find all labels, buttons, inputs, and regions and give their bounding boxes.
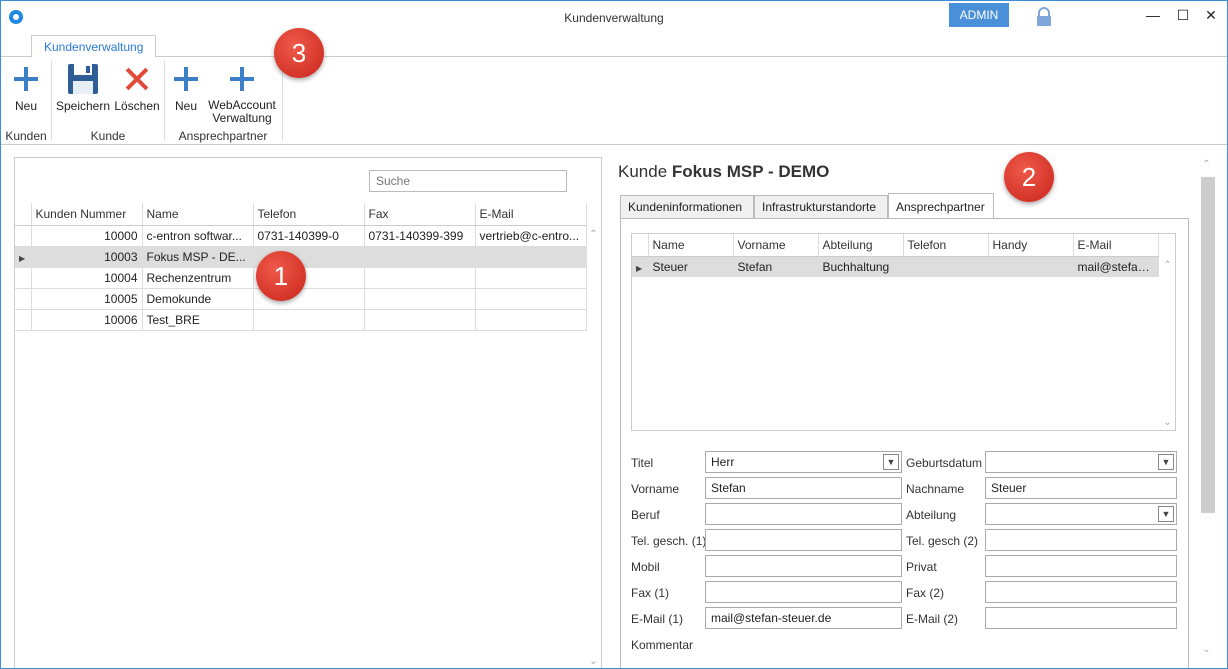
admin-button[interactable]: ADMIN [949, 3, 1009, 27]
table-row[interactable]: ▶ Steuer Stefan Buchhaltung mail@stefan.… [632, 256, 1159, 277]
mail1-field[interactable]: mail@stefan-steuer.de [705, 607, 902, 629]
beruf-field[interactable] [705, 503, 902, 525]
label-geburtsdatum: Geburtsdatum [906, 456, 983, 470]
label-tel1: Tel. gesch. (1) [631, 534, 707, 548]
chevron-down-icon: ▼ [1158, 506, 1174, 522]
col-handy[interactable]: Handy [988, 234, 1074, 257]
vorname-field[interactable]: Stefan [705, 477, 902, 499]
plus-icon [170, 63, 202, 99]
label-titel: Titel [631, 456, 654, 470]
tel2-field[interactable] [985, 529, 1177, 551]
minimize-button[interactable]: — [1143, 5, 1163, 25]
maximize-button[interactable]: ☐ [1173, 5, 1193, 25]
group-ansprechpartner: Ansprechpartner [178, 129, 268, 143]
label-abteilung: Abteilung [906, 508, 957, 522]
fax2-field[interactable] [985, 581, 1177, 603]
loeschen-label: Löschen [114, 99, 160, 113]
speichern-button[interactable]: Speichern [55, 63, 111, 113]
loeschen-button[interactable]: Löschen [113, 63, 161, 113]
row-indicator-icon: ▶ [19, 253, 26, 263]
titel-select[interactable]: Herr ▼ [705, 451, 902, 473]
contacts-table: Name Vorname Abteilung Telefon Handy E-M… [632, 234, 1159, 277]
plus-icon [10, 63, 42, 99]
search-input[interactable] [369, 170, 567, 192]
col-email[interactable]: E-Mail [1073, 234, 1159, 257]
nachname-field[interactable]: Steuer [985, 477, 1177, 499]
label-fax2: Fax (2) [906, 586, 945, 600]
scroll-up-icon[interactable]: ⌃ [586, 229, 601, 240]
col-fax[interactable]: Fax [364, 203, 476, 226]
speichern-label: Speichern [55, 99, 111, 113]
title-bar: Kundenverwaltung ADMIN — ☐ ✕ [1, 1, 1227, 33]
detail-title: Kunde Fokus MSP - DEMO [618, 162, 830, 181]
callout-badge-2: 2 [1004, 152, 1054, 202]
webaccount-verwaltung-button[interactable]: WebAccount Verwaltung [205, 63, 279, 125]
ansprechpartner-neu-button[interactable]: Neu [169, 63, 203, 113]
chevron-down-icon: ▼ [883, 454, 899, 470]
label-mobil: Mobil [631, 560, 660, 574]
tab-ansprechpartner[interactable]: Ansprechpartner [888, 193, 994, 219]
label-nachname: Nachname [906, 482, 965, 496]
group-kunden: Kunden [5, 129, 47, 143]
fax1-field[interactable] [705, 581, 902, 603]
label-mail2: E-Mail (2) [906, 612, 959, 626]
delete-x-icon [121, 63, 153, 99]
plus-icon [226, 63, 258, 99]
label-tel2: Tel. gesch (2) [906, 534, 979, 548]
tel1-field[interactable] [705, 529, 902, 551]
group-kunde: Kunde [90, 129, 126, 143]
col-vorname[interactable]: Vorname [733, 234, 819, 257]
close-button[interactable]: ✕ [1201, 5, 1221, 25]
customer-list-scrollbar[interactable]: ⌃ ⌄ [586, 227, 601, 668]
scroll-down-icon[interactable]: ⌄ [586, 656, 601, 667]
label-privat: Privat [906, 560, 937, 574]
kunden-neu-label: Neu [14, 99, 37, 113]
ansprechpartner-panel: Name Vorname Abteilung Telefon Handy E-M… [620, 218, 1189, 668]
scroll-up-icon[interactable]: ⌃ [1160, 260, 1175, 271]
scrollbar-thumb[interactable] [1201, 177, 1215, 513]
tab-kundeninformationen[interactable]: Kundeninformationen [620, 195, 754, 219]
scroll-down-icon[interactable]: ⌄ [1199, 644, 1214, 655]
mobil-field[interactable] [705, 555, 902, 577]
col-telefon[interactable]: Telefon [903, 234, 989, 257]
kunden-neu-button[interactable]: Neu [9, 63, 43, 113]
label-kommentar: Kommentar [631, 638, 694, 652]
app-window: Kundenverwaltung ADMIN — ☐ ✕ Kundenverwa… [0, 0, 1228, 669]
ribbon: Neu Kunden Speichern Löschen Kunde Neu W… [1, 57, 1227, 145]
scroll-down-icon[interactable]: ⌄ [1160, 417, 1175, 428]
col-telefon[interactable]: Telefon [253, 203, 365, 226]
label-beruf: Beruf [631, 508, 660, 522]
abteilung-select[interactable]: ▼ [985, 503, 1177, 525]
table-row[interactable]: 10000 c-entron softwar... 0731-140399-0 … [15, 225, 587, 247]
ribbon-tab-bar: Kundenverwaltung [1, 33, 1227, 58]
contacts-grid: Name Vorname Abteilung Telefon Handy E-M… [631, 233, 1176, 431]
privat-field[interactable] [985, 555, 1177, 577]
callout-badge-3: 3 [274, 28, 324, 78]
col-email[interactable]: E-Mail [475, 203, 587, 226]
label-vorname: Vorname [631, 482, 680, 496]
label-mail1: E-Mail (1) [631, 612, 684, 626]
lock-icon[interactable] [1035, 7, 1053, 27]
tab-infrastrukturstandorte[interactable]: Infrastrukturstandorte [754, 195, 888, 219]
geburtsdatum-picker[interactable]: ▼ [985, 451, 1177, 473]
col-name[interactable]: Name [648, 234, 734, 257]
label-fax1: Fax (1) [631, 586, 670, 600]
row-indicator-icon: ▶ [636, 263, 643, 273]
col-kunden-nummer[interactable]: Kunden Nummer [31, 203, 143, 226]
chevron-down-icon: ▼ [1158, 454, 1174, 470]
col-name[interactable]: Name [142, 203, 254, 226]
col-abteilung[interactable]: Abteilung [818, 234, 904, 257]
save-icon [67, 63, 99, 99]
scroll-up-icon[interactable]: ⌃ [1199, 159, 1214, 170]
customer-list-panel: Kunden Nummer Name Telefon Fax E-Mail 10… [14, 157, 602, 668]
mail2-field[interactable] [985, 607, 1177, 629]
ap-neu-label: Neu [174, 99, 197, 113]
ribbon-tab-kundenverwaltung[interactable]: Kundenverwaltung [31, 35, 157, 58]
callout-badge-1: 1 [256, 251, 306, 301]
table-row[interactable]: 10006 Test_BRE [15, 309, 587, 331]
webaccount-label-2: Verwaltung [212, 111, 272, 125]
